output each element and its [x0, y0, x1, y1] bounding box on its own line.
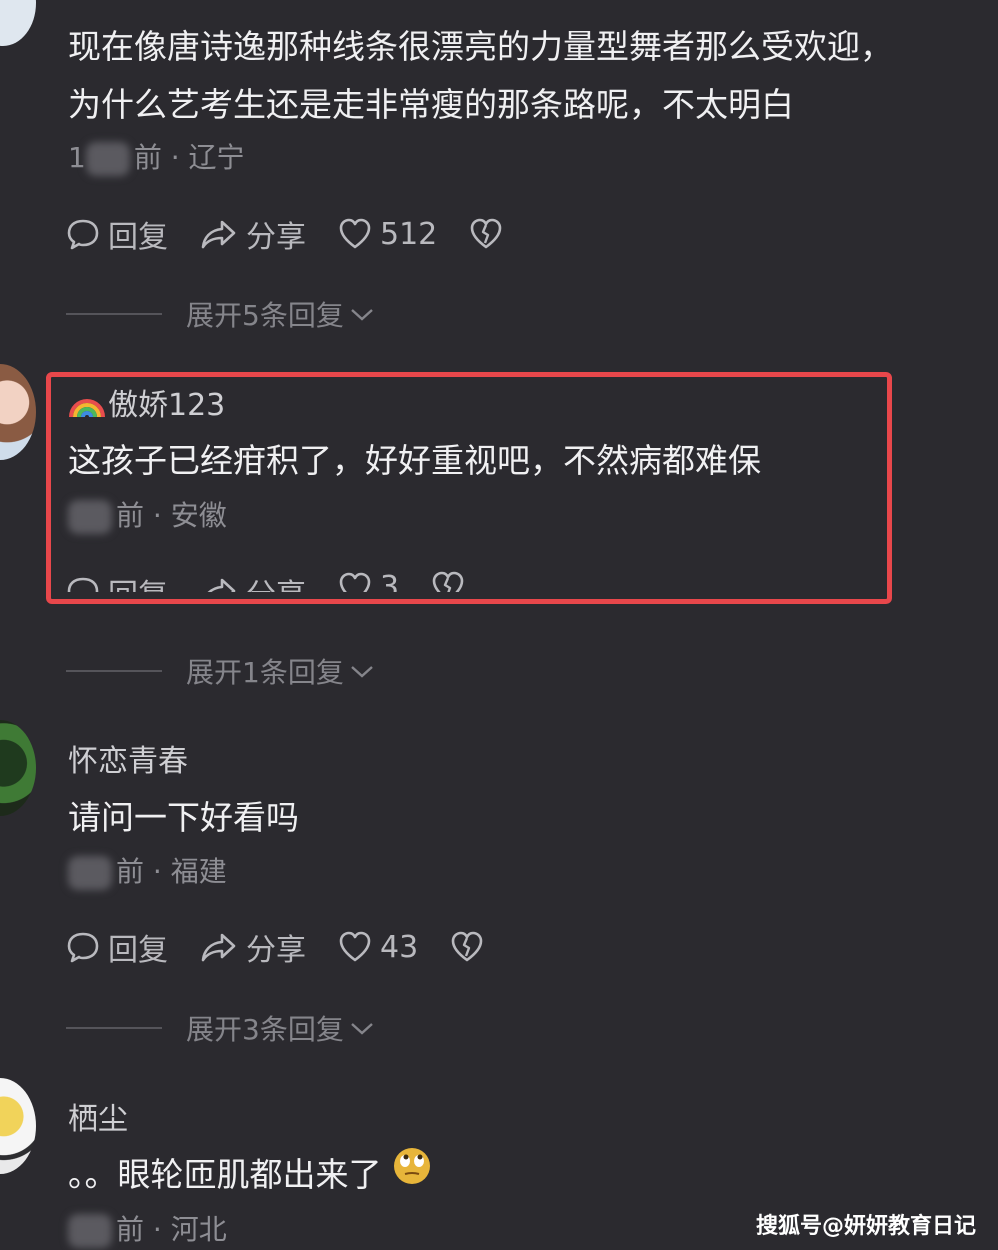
watermark: 搜狐号@妍妍教育日记 [755, 1214, 976, 1239]
expand-label: 展开3条回复 [186, 1013, 344, 1046]
share-arrow-icon [201, 220, 236, 249]
comment-username[interactable]: 栖尘 [68, 1094, 128, 1138]
meta-location: 前 · 河北 [116, 1213, 227, 1246]
avatar[interactable] [0, 720, 36, 816]
broken-heart-icon [470, 218, 502, 249]
rolling-eyes-emoji-icon [392, 1146, 432, 1204]
comment-text-line: 为什么艺考生还是走非常瘦的那条路呢，不太明白 [68, 85, 794, 124]
heart-icon [339, 218, 371, 249]
expand-replies-button[interactable]: 展开3条回复 [66, 1008, 376, 1048]
blurred-time [85, 142, 130, 176]
share-label: 分享 [246, 220, 306, 255]
comment-meta: 前 · 河北 [68, 1208, 227, 1248]
blurred-time [68, 1214, 112, 1248]
broken-heart-icon [451, 931, 483, 962]
blurred-time [68, 856, 112, 890]
speech-bubble-icon [67, 932, 99, 963]
comment-actions: 回复 分享 43 [66, 925, 524, 969]
avatar[interactable] [0, 0, 36, 46]
reply-button[interactable]: 回复 [66, 925, 168, 969]
comment-actions: 回复 分享 512 [66, 212, 543, 256]
chevron-down-icon [351, 666, 373, 678]
like-count: 512 [380, 216, 438, 252]
expand-label: 展开1条回复 [186, 656, 344, 689]
comment-text: 。。眼轮匝肌都出来了 [68, 1146, 432, 1204]
reply-label: 回复 [108, 933, 168, 968]
divider [66, 1027, 162, 1029]
divider [66, 670, 162, 672]
expand-replies-button[interactable]: 展开5条回复 [66, 294, 376, 334]
avatar[interactable] [0, 364, 36, 460]
heart-icon [339, 931, 371, 962]
comment-text-line: 。。眼轮匝肌都出来了 [68, 1146, 432, 1204]
share-arrow-icon [201, 933, 236, 962]
reply-label: 回复 [108, 220, 168, 255]
dislike-button[interactable] [469, 217, 511, 251]
comment-text-line: 请问一下好看吗 [68, 798, 299, 837]
like-button[interactable]: 43 [338, 930, 418, 965]
username-text: 怀恋青春 [68, 744, 188, 779]
share-button[interactable]: 分享 [200, 212, 306, 256]
like-button[interactable]: 512 [338, 217, 437, 252]
comment-meta: 前 · 福建 [68, 850, 227, 890]
highlight-annotation-box [46, 372, 892, 604]
comment-text: 请问一下好看吗 [68, 789, 299, 847]
comment-text-content: 。。眼轮匝肌都出来了 [68, 1155, 382, 1194]
share-label: 分享 [246, 933, 306, 968]
username-text: 栖尘 [68, 1102, 128, 1137]
chevron-down-icon [351, 1023, 373, 1035]
meta-location: 前 · 福建 [116, 855, 227, 888]
divider [66, 313, 162, 315]
meta-time: 1 [68, 141, 86, 174]
meta-location: 前 · 辽宁 [133, 141, 245, 174]
comment-meta: 1 前 · 辽宁 [68, 136, 245, 176]
share-button[interactable]: 分享 [200, 925, 306, 969]
comment-text: 现在像唐诗逸那种线条很漂亮的力量型舞者那么受欢迎， 为什么艺考生还是走非常瘦的那… [68, 18, 893, 134]
avatar[interactable] [0, 1078, 36, 1174]
speech-bubble-icon [67, 219, 99, 250]
like-count: 43 [380, 929, 419, 965]
expand-replies-button[interactable]: 展开1条回复 [66, 651, 376, 691]
chevron-down-icon [351, 309, 373, 321]
dislike-button[interactable] [450, 930, 492, 964]
comment-username[interactable]: 怀恋青春 [68, 736, 188, 780]
reply-button[interactable]: 回复 [66, 212, 168, 256]
comment-text-line: 现在像唐诗逸那种线条很漂亮的力量型舞者那么受欢迎， [68, 27, 893, 66]
expand-label: 展开5条回复 [186, 299, 344, 332]
